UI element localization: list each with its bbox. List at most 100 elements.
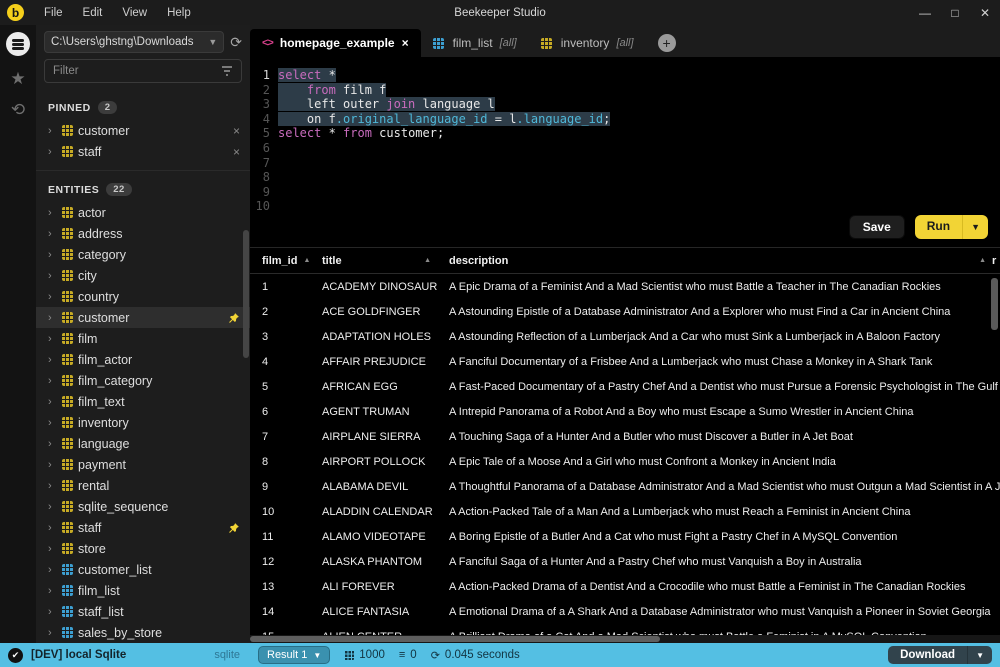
refresh-icon[interactable]: ⟳ (230, 34, 242, 51)
entity-item-customer[interactable]: ›customer (36, 307, 250, 328)
menu-file[interactable]: File (34, 3, 73, 23)
sql-editor[interactable]: 12345678910 select * from film f left ou… (250, 57, 1000, 247)
table-row[interactable]: 11ALAMO VIDEOTAPEA Boring Epistle of a B… (250, 524, 1000, 549)
table-row[interactable]: 5AFRICAN EGGA Fast-Paced Documentary of … (250, 374, 1000, 399)
tab-homepage_example[interactable]: <>homepage_example× (250, 29, 421, 57)
download-options-caret-icon[interactable]: ▼ (967, 646, 992, 664)
tab-film_list[interactable]: film_list[all] (421, 29, 529, 57)
chevron-right-icon[interactable]: › (48, 585, 57, 597)
entity-item-film_category[interactable]: ›film_category (36, 370, 250, 391)
chevron-right-icon[interactable]: › (48, 522, 57, 534)
save-button[interactable]: Save (849, 215, 905, 239)
chevron-right-icon[interactable]: › (48, 125, 57, 137)
column-header-description[interactable]: description ▲ (437, 248, 992, 273)
chevron-right-icon[interactable]: › (48, 417, 57, 429)
table-row[interactable]: 3ADAPTATION HOLESA Astounding Reflection… (250, 324, 1000, 349)
vertical-scrollbar[interactable] (991, 278, 998, 330)
download-button-label[interactable]: Download (888, 646, 967, 664)
column-header-title[interactable]: title ▲ (310, 248, 437, 273)
entity-item-payment[interactable]: ›payment (36, 454, 250, 475)
sort-asc-icon[interactable]: ▲ (979, 257, 986, 264)
entity-item-sales_by_store[interactable]: ›sales_by_store (36, 622, 250, 643)
table-row[interactable]: 10ALADDIN CALENDARA Action-Packed Tale o… (250, 499, 1000, 524)
chevron-right-icon[interactable]: › (48, 501, 57, 513)
chevron-right-icon[interactable]: › (48, 375, 57, 387)
entity-item-country[interactable]: ›country (36, 286, 250, 307)
menu-help[interactable]: Help (157, 3, 201, 23)
table-row[interactable]: 12ALASKA PHANTOMA Fanciful Saga of a Hun… (250, 549, 1000, 574)
table-row[interactable]: 14ALICE FANTASIAA Emotional Drama of a A… (250, 599, 1000, 624)
filter-input[interactable] (53, 65, 221, 77)
entities-section-header[interactable]: ENTITIES 22 (36, 170, 250, 202)
minimize-button[interactable]: — (910, 0, 940, 25)
database-select[interactable]: C:\Users\ghstng\Downloads ▼ (44, 31, 224, 53)
chevron-right-icon[interactable]: › (48, 396, 57, 408)
unpin-close-icon[interactable]: × (233, 145, 240, 159)
chevron-right-icon[interactable]: › (48, 480, 57, 492)
chevron-right-icon[interactable]: › (48, 249, 57, 261)
entity-item-staff[interactable]: ›staff (36, 517, 250, 538)
chevron-right-icon[interactable]: › (48, 291, 57, 303)
entity-item-staff_list[interactable]: ›staff_list (36, 601, 250, 622)
run-button-label[interactable]: Run (915, 215, 962, 239)
maximize-button[interactable]: □ (940, 0, 970, 25)
filter-icon[interactable] (221, 66, 233, 76)
database-tab-icon[interactable] (6, 32, 30, 56)
table-row[interactable]: 2ACE GOLDFINGERA Astounding Epistle of a… (250, 299, 1000, 324)
menu-edit[interactable]: Edit (73, 3, 113, 23)
chevron-right-icon[interactable]: › (48, 543, 57, 555)
chevron-right-icon[interactable]: › (48, 270, 57, 282)
table-row[interactable]: 7AIRPLANE SIERRAA Touching Saga of a Hun… (250, 424, 1000, 449)
entity-item-city[interactable]: ›city (36, 265, 250, 286)
horizontal-scrollbar-thumb[interactable] (250, 636, 660, 642)
new-tab-button[interactable]: + (658, 34, 676, 52)
close-button[interactable]: ✕ (970, 0, 1000, 25)
entity-item-film_list[interactable]: ›film_list (36, 580, 250, 601)
chevron-right-icon[interactable]: › (48, 312, 57, 324)
entity-item-film_actor[interactable]: ›film_actor (36, 349, 250, 370)
entity-item-customer_list[interactable]: ›customer_list (36, 559, 250, 580)
download-button[interactable]: Download ▼ (888, 646, 992, 664)
chevron-right-icon[interactable]: › (48, 354, 57, 366)
chevron-right-icon[interactable]: › (48, 333, 57, 345)
sort-asc-icon[interactable]: ▲ (424, 257, 431, 264)
horizontal-scrollbar-track[interactable] (250, 635, 1000, 643)
entity-item-film[interactable]: ›film (36, 328, 250, 349)
entity-item-actor[interactable]: ›actor (36, 202, 250, 223)
sidebar-scrollbar[interactable] (243, 230, 249, 358)
table-row[interactable]: 4AFFAIR PREJUDICEA Fanciful Documentary … (250, 349, 1000, 374)
pinned-item-customer[interactable]: ›customer× (36, 120, 250, 141)
entity-item-address[interactable]: ›address (36, 223, 250, 244)
pinned-section-header[interactable]: PINNED 2 (36, 91, 250, 120)
entity-item-inventory[interactable]: ›inventory (36, 412, 250, 433)
connection-status[interactable]: ✔ [DEV] local Sqlite sqlite (0, 648, 250, 663)
chevron-right-icon[interactable]: › (48, 438, 57, 450)
result-selector[interactable]: Result 1 ▼ (258, 646, 330, 664)
entity-item-language[interactable]: ›language (36, 433, 250, 454)
chevron-right-icon[interactable]: › (48, 606, 57, 618)
unpin-close-icon[interactable]: × (233, 124, 240, 138)
run-button[interactable]: Run ▼ (915, 215, 988, 239)
chevron-right-icon[interactable]: › (48, 146, 57, 158)
chevron-right-icon[interactable]: › (48, 564, 57, 576)
table-row[interactable]: 9ALABAMA DEVILA Thoughtful Panorama of a… (250, 474, 1000, 499)
table-row[interactable]: 13ALI FOREVERA Action-Packed Drama of a … (250, 574, 1000, 599)
menu-view[interactable]: View (112, 3, 157, 23)
entity-item-category[interactable]: ›category (36, 244, 250, 265)
entity-item-sqlite_sequence[interactable]: ›sqlite_sequence (36, 496, 250, 517)
table-row[interactable]: 6AGENT TRUMANA Intrepid Panorama of a Ro… (250, 399, 1000, 424)
entity-item-film_text[interactable]: ›film_text (36, 391, 250, 412)
chevron-right-icon[interactable]: › (48, 228, 57, 240)
pinned-item-staff[interactable]: ›staff× (36, 141, 250, 162)
chevron-right-icon[interactable]: › (48, 459, 57, 471)
table-row[interactable]: 8AIRPORT POLLOCKA Epic Tale of a Moose A… (250, 449, 1000, 474)
table-row[interactable]: 1ACADEMY DINOSAURA Epic Drama of a Femin… (250, 274, 1000, 299)
chevron-right-icon[interactable]: › (48, 207, 57, 219)
tab-inventory[interactable]: inventory[all] (529, 29, 646, 57)
favorites-star-icon[interactable]: ★ (10, 70, 25, 87)
tab-close-icon[interactable]: × (402, 36, 409, 50)
entity-item-rental[interactable]: ›rental (36, 475, 250, 496)
run-options-caret-icon[interactable]: ▼ (962, 215, 988, 239)
entity-item-store[interactable]: ›store (36, 538, 250, 559)
history-icon[interactable]: ⟲ (11, 101, 25, 118)
